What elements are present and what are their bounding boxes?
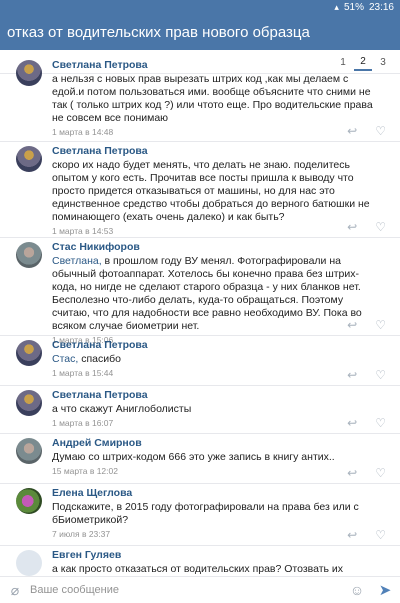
comment-author[interactable]: Светлана Петрова — [52, 145, 382, 158]
avatar[interactable] — [16, 438, 42, 464]
battery-level: 51% — [343, 1, 364, 13]
avatar[interactable] — [16, 488, 42, 514]
message-input[interactable]: Ваше сообщение — [30, 584, 344, 596]
reply-icon[interactable]: ↩ — [347, 466, 357, 480]
comment-author[interactable]: Елена Щеглова — [52, 487, 382, 500]
smile-icon[interactable]: ☺ — [344, 582, 370, 598]
comment-item: Светлана Петрова скоро их надо будет мен… — [0, 142, 400, 238]
comment-date[interactable]: 1 марта в 15:44 — [52, 368, 382, 379]
reply-mention[interactable]: Светлана, — [52, 255, 102, 267]
avatar[interactable] — [16, 146, 42, 172]
comment-actions: ↩ ♡ — [347, 528, 386, 542]
comment-text: а что скажут Аниглоболисты — [52, 403, 382, 416]
comment-body: спасибо — [78, 353, 121, 365]
paperclip-icon[interactable]: ⌀ — [0, 582, 30, 599]
comment-item: Андрей Смирнов Думаю со штрих-кодом 666 … — [0, 434, 400, 484]
avatar[interactable] — [16, 550, 42, 576]
comment-actions: ↩ ♡ — [347, 416, 386, 430]
comment-text: Подскажите, в 2015 году фотографировали … — [52, 501, 382, 527]
reply-mention[interactable]: Стас, — [52, 353, 78, 365]
comment-item: Светлана Петрова Стас, спасибо 1 марта в… — [0, 336, 400, 386]
status-bar: ▴ 51% 23:16 — [0, 0, 400, 14]
reply-icon[interactable]: ↩ — [347, 220, 357, 234]
comment-item: Евген Гуляев а как просто отказаться от … — [0, 546, 400, 576]
comment-author[interactable]: Светлана Петрова — [52, 389, 382, 402]
comment-body: Подскажите, в 2015 году фотографировали … — [52, 501, 359, 526]
comment-date[interactable]: 1 марта в 14:48 — [52, 127, 382, 138]
comment-item: Елена Щеглова Подскажите, в 2015 году фо… — [0, 484, 400, 546]
comment-text: скоро их надо будет менять, что делать н… — [52, 159, 382, 224]
heart-icon[interactable]: ♡ — [375, 416, 386, 430]
reply-icon[interactable]: ↩ — [347, 528, 357, 542]
comment-body: Думаю со штрих-кодом 666 это уже запись … — [52, 451, 335, 463]
heart-icon[interactable]: ♡ — [375, 368, 386, 382]
avatar[interactable] — [16, 242, 42, 268]
heart-icon[interactable]: ♡ — [375, 124, 386, 138]
comment-body: скоро их надо будет менять, что делать н… — [52, 159, 370, 223]
heart-icon[interactable]: ♡ — [375, 466, 386, 480]
comment-text: Думаю со штрих-кодом 666 это уже запись … — [52, 451, 382, 464]
reply-icon[interactable]: ↩ — [347, 124, 357, 138]
signal-icon: ▴ — [334, 1, 339, 12]
comment-author[interactable]: Андрей Смирнов — [52, 437, 382, 450]
comment-body: а нельзя с новых прав вырезать штрих код… — [52, 73, 373, 124]
comment-text: Стас, спасибо — [52, 353, 382, 366]
comment-item: Стас Никифоров Светлана, в прошлом году … — [0, 238, 400, 345]
comment-body: а как просто отказаться от водительских … — [52, 563, 344, 575]
reply-icon[interactable]: ↩ — [347, 416, 357, 430]
clock: 23:16 — [368, 1, 394, 13]
avatar[interactable] — [16, 390, 42, 416]
comment-actions: ↩ ♡ — [347, 124, 386, 138]
comment-text: Светлана, в прошлом году ВУ менял. Фотог… — [52, 255, 382, 333]
comment-author[interactable]: Стас Никифоров — [52, 241, 382, 254]
comment-actions: ↩ ♡ — [347, 220, 386, 234]
avatar[interactable] — [16, 340, 42, 366]
comment-date[interactable]: 1 марта в 14:53 — [52, 226, 382, 237]
reply-icon[interactable]: ↩ — [347, 368, 357, 382]
comment-author[interactable]: Светлана Петрова — [52, 339, 382, 352]
page-title: отказ от водительских прав нового образц… — [7, 23, 310, 41]
send-icon[interactable]: ➤ — [370, 581, 400, 599]
heart-icon[interactable]: ♡ — [375, 318, 386, 332]
avatar[interactable] — [16, 60, 42, 86]
comment-text: а нельзя с новых прав вырезать штрих код… — [52, 73, 382, 125]
reply-icon[interactable]: ↩ — [347, 318, 357, 332]
comment-item: Светлана Петрова а что скажут Аниглоболи… — [0, 386, 400, 434]
comment-author[interactable]: Светлана Петрова — [52, 59, 382, 72]
comment-date[interactable]: 7 июля в 23:37 — [52, 529, 382, 540]
comment-date[interactable]: 15 марта в 12:02 — [52, 466, 382, 477]
comments-feed[interactable]: Светлана Петрова а нельзя с новых прав в… — [0, 56, 400, 576]
heart-icon[interactable]: ♡ — [375, 528, 386, 542]
comment-actions: ↩ ♡ — [347, 466, 386, 480]
heart-icon[interactable]: ♡ — [375, 220, 386, 234]
comment-item: Светлана Петрова а нельзя с новых прав в… — [0, 56, 400, 142]
comment-actions: ↩ ♡ — [347, 318, 386, 332]
comment-date[interactable]: 1 марта в 16:07 — [52, 418, 382, 429]
comment-text: а как просто отказаться от водительских … — [52, 563, 382, 576]
comment-author[interactable]: Евген Гуляев — [52, 549, 382, 562]
comment-actions: ↩ ♡ — [347, 368, 386, 382]
message-composer: ⌀ Ваше сообщение ☺ ➤ — [0, 576, 400, 603]
app-bar: отказ от водительских прав нового образц… — [0, 14, 400, 50]
comment-body: а что скажут Аниглоболисты — [52, 403, 192, 415]
